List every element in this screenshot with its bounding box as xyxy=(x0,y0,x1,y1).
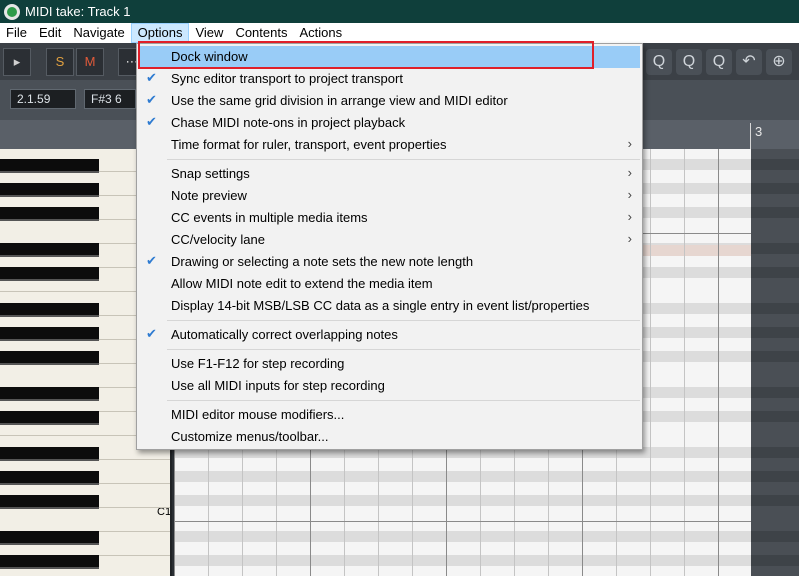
menu-item-sync-transport[interactable]: ✔ Sync editor transport to project trans… xyxy=(139,68,640,90)
menu-item-note-length[interactable]: ✔ Drawing or selecting a note sets the n… xyxy=(139,251,640,273)
menu-item-chase-note-ons[interactable]: ✔ Chase MIDI note-ons in project playbac… xyxy=(139,112,640,134)
checkmark-icon: ✔ xyxy=(146,92,157,107)
menu-separator xyxy=(167,349,640,350)
menu-item-extend-media-item[interactable]: Allow MIDI note edit to extend the media… xyxy=(139,273,640,295)
menu-options[interactable]: Options xyxy=(130,23,190,43)
menu-navigate[interactable]: Navigate xyxy=(67,23,130,43)
menu-item-correct-overlapping[interactable]: ✔ Automatically correct overlapping note… xyxy=(139,324,640,346)
black-key[interactable] xyxy=(0,471,99,485)
menu-contents[interactable]: Contents xyxy=(229,23,293,43)
black-key[interactable] xyxy=(0,351,99,365)
grid-row-black xyxy=(174,555,751,566)
menu-item-same-grid[interactable]: ✔ Use the same grid division in arrange … xyxy=(139,90,640,112)
black-key[interactable] xyxy=(0,243,99,257)
menu-item-note-preview[interactable]: Note preview › xyxy=(139,185,640,207)
options-menu: Dock window ✔ Sync editor transport to p… xyxy=(136,43,643,450)
black-key[interactable] xyxy=(0,411,99,425)
menu-item-f1-f12-step[interactable]: Use F1-F12 for step recording xyxy=(139,353,640,375)
zoom-icon[interactable]: Q xyxy=(706,49,732,75)
time-position-field[interactable]: 2.1.59 xyxy=(10,89,76,109)
zoom-icon[interactable]: Q xyxy=(676,49,702,75)
submenu-arrow-icon: › xyxy=(627,231,632,246)
menu-item-cc-multiple-items[interactable]: CC events in multiple media items › xyxy=(139,207,640,229)
zoom-icon[interactable]: Q xyxy=(646,49,672,75)
menu-edit[interactable]: Edit xyxy=(33,23,67,43)
dark-row xyxy=(751,447,799,458)
submenu-arrow-icon: › xyxy=(627,136,632,151)
dark-row xyxy=(751,411,799,422)
zoom-fit-icon[interactable]: ⊕ xyxy=(766,49,792,75)
grid-column-line xyxy=(718,149,719,576)
dark-row xyxy=(751,303,799,314)
submenu-arrow-icon: › xyxy=(627,165,632,180)
menu-item-snap-settings[interactable]: Snap settings › xyxy=(139,163,640,185)
menu-item-customize-menus[interactable]: Customize menus/toolbar... xyxy=(139,426,640,448)
menu-file[interactable]: File xyxy=(0,23,33,43)
play-icon[interactable]: ▸ xyxy=(3,48,31,76)
black-key[interactable] xyxy=(0,159,99,173)
dark-row xyxy=(751,555,799,566)
checkmark-icon: ✔ xyxy=(146,70,157,85)
menu-item-cc-velocity-lane[interactable]: CC/velocity lane › xyxy=(139,229,640,251)
window-title: MIDI take: Track 1 xyxy=(25,4,131,19)
dark-row xyxy=(751,387,799,398)
dark-row xyxy=(751,351,799,362)
reaper-logo-icon xyxy=(4,3,20,20)
grid-column-line xyxy=(684,149,685,576)
menu-item-time-format[interactable]: Time format for ruler, transport, event … xyxy=(139,134,640,156)
checkmark-icon: ✔ xyxy=(146,326,157,341)
menu-separator xyxy=(167,400,640,401)
checkmark-icon: ✔ xyxy=(146,253,157,268)
octave-line xyxy=(174,521,751,522)
grid-outside-item xyxy=(751,149,799,576)
dark-row xyxy=(751,471,799,482)
undo-icon[interactable]: ↶ xyxy=(736,49,762,75)
black-key[interactable] xyxy=(0,183,99,197)
grid-column-line xyxy=(650,149,651,576)
dark-row xyxy=(751,183,799,194)
title-bar: MIDI take: Track 1 xyxy=(0,0,799,23)
black-key[interactable] xyxy=(0,447,99,461)
grid-row-black xyxy=(174,531,751,542)
menu-view[interactable]: View xyxy=(189,23,229,43)
bar-marker xyxy=(750,123,751,149)
highlight-annotation xyxy=(138,41,594,69)
menu-separator xyxy=(167,320,640,321)
checkmark-icon: ✔ xyxy=(146,114,157,129)
menu-actions[interactable]: Actions xyxy=(293,23,348,43)
menu-item-all-midi-inputs[interactable]: Use all MIDI inputs for step recording xyxy=(139,375,640,397)
dark-row xyxy=(751,267,799,278)
black-key[interactable] xyxy=(0,495,99,509)
submenu-arrow-icon: › xyxy=(627,187,632,202)
mute-button[interactable]: M xyxy=(76,48,104,76)
black-key[interactable] xyxy=(0,555,99,569)
dark-row xyxy=(751,243,799,254)
black-key[interactable] xyxy=(0,327,99,341)
menu-separator xyxy=(167,159,640,160)
grid-row-black xyxy=(174,471,751,482)
black-key[interactable] xyxy=(0,531,99,545)
dark-row xyxy=(751,159,799,170)
black-key[interactable] xyxy=(0,387,99,401)
submenu-arrow-icon: › xyxy=(627,209,632,224)
dark-row xyxy=(751,495,799,506)
dark-row xyxy=(751,327,799,338)
solo-button[interactable]: S xyxy=(46,48,74,76)
grid-row-black xyxy=(174,495,751,506)
black-key[interactable] xyxy=(0,303,99,317)
menu-item-14bit-cc[interactable]: Display 14-bit MSB/LSB CC data as a sing… xyxy=(139,295,640,317)
black-key[interactable] xyxy=(0,267,99,281)
bar-label: 3 xyxy=(755,124,763,139)
dark-row xyxy=(751,531,799,542)
menu-bar: File Edit Navigate Options View Contents… xyxy=(0,23,799,43)
black-key[interactable] xyxy=(0,207,99,221)
menu-item-mouse-modifiers[interactable]: MIDI editor mouse modifiers... xyxy=(139,404,640,426)
note-position-field[interactable]: F#3 6 xyxy=(84,89,136,109)
dark-row xyxy=(751,207,799,218)
